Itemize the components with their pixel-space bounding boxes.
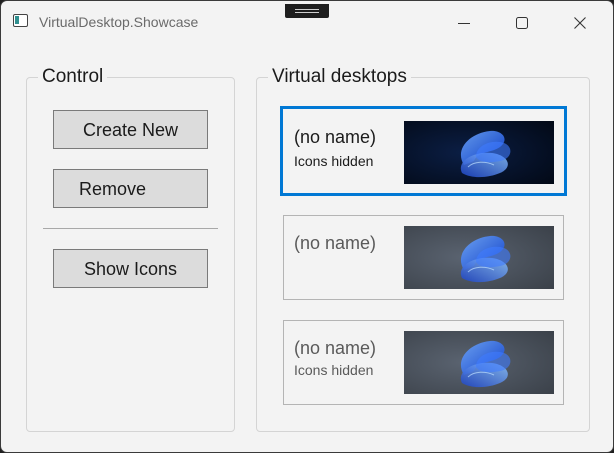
maximize-icon: [516, 17, 528, 29]
app-icon: [13, 14, 28, 27]
maximize-button[interactable]: [499, 9, 545, 37]
wallpaper-thumbnail: [404, 226, 554, 289]
desktop-name: (no name): [294, 233, 377, 253]
minimize-button[interactable]: [441, 9, 487, 37]
desktop-name: (no name): [294, 127, 377, 147]
virtual-desktops-group-title: Virtual desktops: [268, 66, 411, 88]
wallpaper-thumbnail: [404, 121, 554, 184]
desktop-icons-status: Icons hidden: [294, 362, 374, 378]
control-group-title: Control: [38, 66, 108, 88]
minimize-icon: [458, 23, 470, 24]
window-title: VirtualDesktop.Showcase: [39, 14, 199, 30]
snap-grip-handle[interactable]: [285, 4, 329, 18]
create-new-button[interactable]: Create New: [53, 110, 208, 149]
close-icon: [574, 17, 586, 29]
desktop-name: (no name): [294, 338, 377, 358]
separator: [43, 228, 218, 229]
desktop-item-selected[interactable]: (no name) Icons hidden: [280, 106, 567, 196]
close-button[interactable]: [557, 9, 603, 37]
wallpaper-thumbnail: [404, 331, 554, 394]
show-icons-button[interactable]: Show Icons: [53, 249, 208, 288]
desktop-item[interactable]: (no name): [283, 215, 564, 300]
desktop-icons-status: Icons hidden: [294, 153, 374, 169]
title-bar[interactable]: VirtualDesktop.Showcase: [1, 1, 613, 43]
app-window: VirtualDesktop.Showcase Control Create N…: [0, 0, 614, 453]
desktop-item[interactable]: (no name) Icons hidden: [283, 320, 564, 405]
remove-button[interactable]: Remove: [53, 169, 208, 208]
